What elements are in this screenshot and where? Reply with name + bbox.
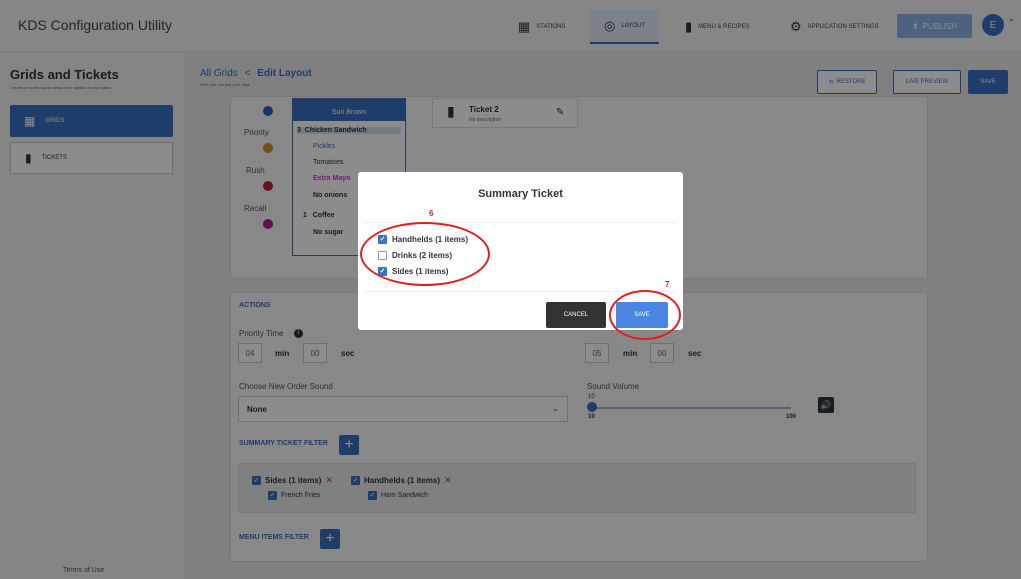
annotation-circle-save	[609, 290, 681, 340]
annotation-number-6: 6	[429, 209, 434, 218]
annotation-circle-options	[360, 222, 490, 286]
annotation-number-7: 7	[665, 280, 670, 289]
dialog-title: Summary Ticket	[478, 188, 563, 200]
cancel-button[interactable]: CANCEL	[546, 302, 606, 328]
